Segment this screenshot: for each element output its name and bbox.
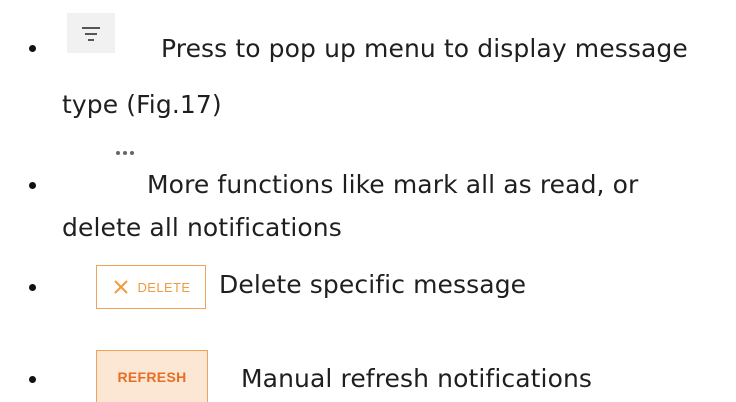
bullet (29, 284, 36, 291)
bullet (29, 182, 36, 189)
delete-button[interactable]: DELETE (96, 265, 206, 309)
item-more-text-line2: delete all notifications (62, 213, 342, 242)
item-refresh-text: Manual refresh notifications (241, 364, 593, 393)
refresh-button-label: REFRESH (117, 368, 187, 385)
bullet (29, 376, 36, 383)
more-icon[interactable] (116, 151, 134, 155)
close-icon (113, 280, 128, 294)
item-more-text-line1: More functions like mark all as read, or (147, 170, 639, 199)
delete-button-label: DELETE (137, 279, 191, 295)
bullet (29, 45, 36, 52)
item-filter-text-line1: Press to pop up menu to display message (161, 34, 688, 63)
filter-icon[interactable] (67, 13, 115, 53)
refresh-button[interactable]: REFRESH (96, 350, 208, 402)
item-filter-text-line2: type (Fig.17) (62, 90, 222, 119)
item-delete-text: Delete specific message (219, 270, 527, 299)
